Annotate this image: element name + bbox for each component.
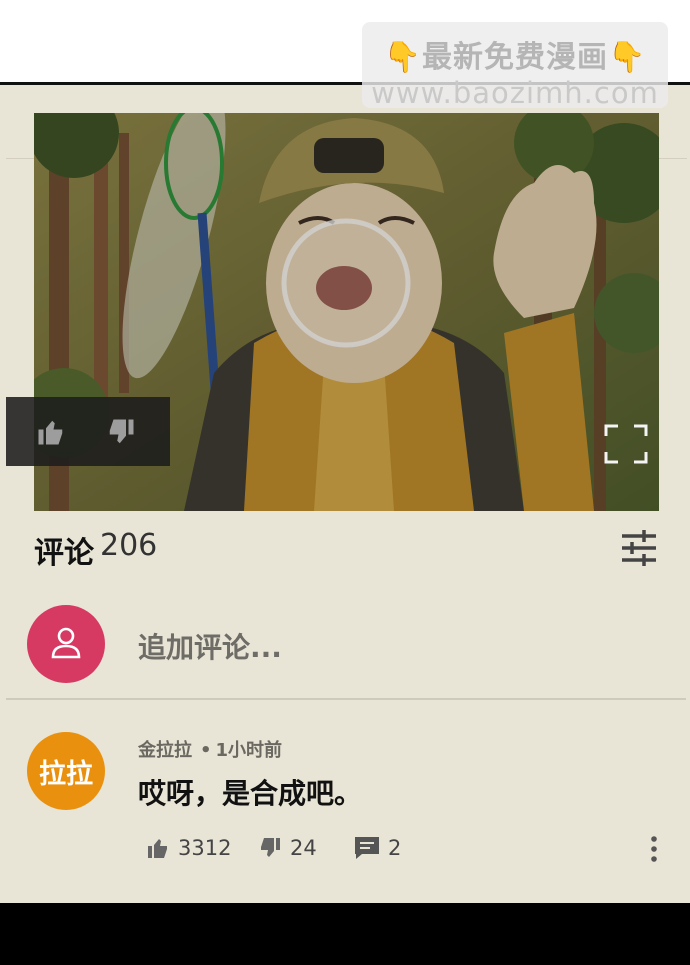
panel-faint-line-left: [6, 158, 34, 159]
reaction-overlay: [6, 397, 170, 466]
current-user-avatar: [27, 605, 105, 683]
user-icon: [51, 627, 81, 659]
dislike-button[interactable]: 24: [258, 832, 317, 864]
more-vertical-icon[interactable]: [648, 835, 660, 863]
like-button[interactable]: 3312: [146, 832, 231, 864]
comments-divider: [6, 698, 686, 700]
thumb-down-icon: [261, 838, 280, 857]
comments-count: 206: [100, 528, 158, 563]
bottom-black-bar: [0, 903, 690, 965]
sliders-icon[interactable]: [620, 530, 658, 566]
dislike-count: 24: [290, 836, 317, 860]
reply-count: 2: [388, 836, 402, 860]
meta-separator: •: [200, 740, 212, 761]
pointing-down-hand-icon: 👇: [608, 40, 647, 75]
comment-author[interactable]: 金拉拉: [138, 740, 192, 761]
watermark: 👇最新免费漫画👇 www.baozimh.com: [362, 22, 668, 110]
watermark-url: www.baozimh.com: [371, 76, 659, 110]
thumb-down-icon[interactable]: [106, 417, 136, 447]
thumb-up-icon[interactable]: [36, 417, 66, 447]
watermark-title-text: 最新免费漫画: [422, 40, 608, 75]
comment-time: 1小时前: [215, 740, 283, 761]
thumb-up-icon: [148, 839, 167, 858]
comment-meta: 金拉拉 • 1小时前: [138, 736, 282, 762]
panel-faint-line-right: [659, 158, 687, 159]
fullscreen-icon[interactable]: [604, 424, 648, 464]
pointing-down-hand-icon: 👇: [383, 40, 422, 75]
comment-text: 哎呀，是合成吧。: [138, 777, 363, 810]
add-comment-input[interactable]: 追加评论...: [138, 626, 282, 666]
reply-button[interactable]: 2: [354, 832, 401, 864]
watermark-title: 👇最新免费漫画👇: [362, 32, 668, 76]
comment-icon: [355, 837, 379, 859]
avatar[interactable]: 拉拉: [27, 732, 105, 810]
comments-title: 评论: [34, 536, 94, 571]
like-count: 3312: [178, 836, 232, 860]
